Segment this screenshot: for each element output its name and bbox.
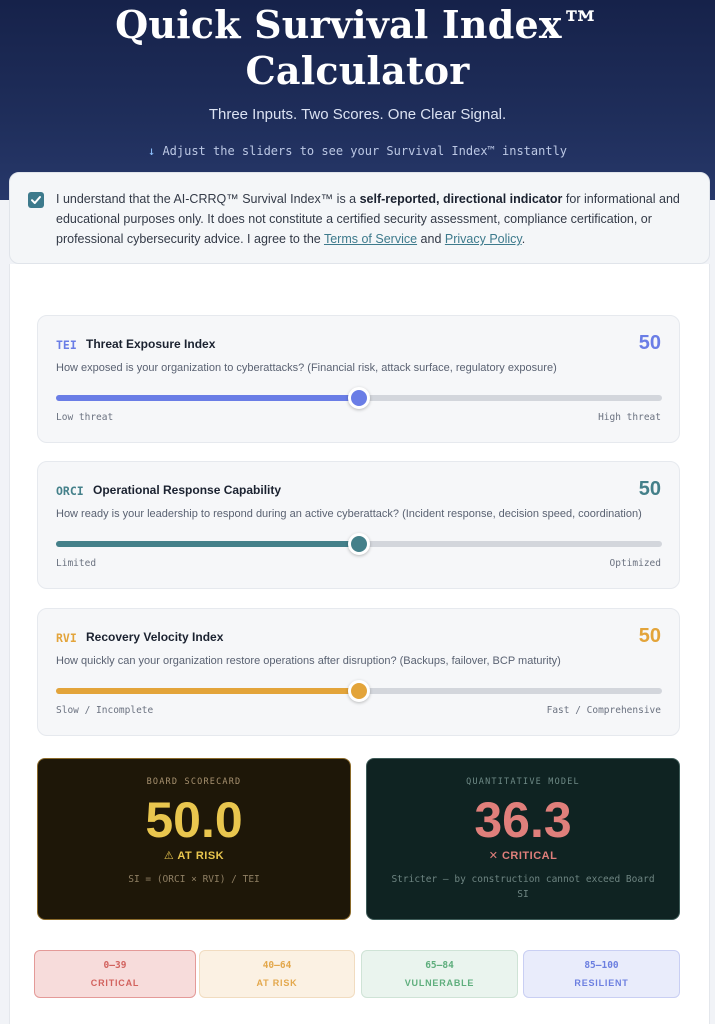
board-status-text: AT RISK [177,850,225,862]
band-name: CRITICAL [90,978,140,988]
disclaimer-bold-text: self-reported, directional indicator [359,192,563,206]
disclaimer-and: and [417,232,445,246]
band-range: 65–84 [425,960,454,971]
disclaimer-end: . [521,232,526,246]
board-formula: SI = (ORCI × RVI) / TEI [128,874,260,885]
rvi-slider-card: RVI Recovery Velocity Index 50 How quick… [37,608,680,736]
rvi-value: 50 [638,625,661,647]
quantitative-model-label: QUANTITATIVE MODEL [466,777,580,787]
page-title-line2: Calculator [245,48,470,93]
disclaimer-text-start: I understand that the AI-CRRQ™ Survival … [56,192,360,206]
rvi-high-label: Fast / Comprehensive [546,705,661,716]
tei-slider-thumb[interactable] [348,387,370,409]
quantitative-model-card: QUANTITATIVE MODEL 36.3 ✕ CRITICAL Stric… [366,758,680,920]
band-name: RESILIENT [574,978,629,988]
disclaimer-box: I understand that the AI-CRRQ™ Survival … [9,172,710,264]
privacy-policy-link[interactable]: Privacy Policy [445,232,522,246]
orci-title: Operational Response Capability [93,483,282,497]
page-title-line1: Quick Survival Index™ [115,2,600,47]
band-vulnerable: 65–84 VULNERABLE [361,950,518,998]
tei-value: 50 [638,332,661,354]
rvi-slider-fill [56,688,359,694]
band-resilient: 85–100 RESILIENT [523,950,680,998]
rvi-slider-track[interactable] [56,680,662,702]
rvi-title: Recovery Velocity Index [86,630,224,644]
board-scorecard-label: BOARD SCORECARD [146,777,242,787]
rvi-abbreviation: RVI [56,631,77,645]
tei-slider-card: TEI Threat Exposure Index 50 How exposed… [37,315,680,443]
orci-high-label: Optimized [609,558,661,569]
slider-hint-text: Adjust the sliders to see your Survival … [162,144,568,158]
tei-abbreviation: TEI [56,338,77,352]
orci-abbreviation: ORCI [56,484,84,498]
terms-of-service-link[interactable]: Terms of Service [324,232,417,246]
quantitative-status-text: CRITICAL [501,850,558,862]
band-range: 85–100 [584,960,619,971]
band-range: 0–39 [103,960,127,971]
board-score-value: 50.0 [145,792,243,848]
hero-header: Quick Survival Index™ Calculator Three I… [0,0,715,200]
orci-slider-fill [56,541,359,547]
rvi-description: How quickly can your organization restor… [56,655,561,667]
orci-slider-card: ORCI Operational Response Capability 50 … [37,461,680,589]
rvi-low-label: Slow / Incomplete [56,705,154,716]
orci-slider-track[interactable] [56,533,662,555]
orci-slider-thumb[interactable] [348,533,370,555]
orci-low-label: Limited [56,558,97,569]
quantitative-score-status: ✕ CRITICAL [367,849,679,862]
tei-slider-fill [56,395,359,401]
tei-low-label: Low threat [56,412,114,423]
warning-icon: ⚠ [163,850,175,862]
quantitative-score-value: 36.3 [474,792,572,848]
tei-title: Threat Exposure Index [86,337,216,351]
page-title: Quick Survival Index™ Calculator [0,0,715,94]
down-arrow-icon: ↓ [147,144,156,158]
board-score-status: ⚠ AT RISK [38,849,350,862]
tei-slider-track[interactable] [56,387,662,409]
quantitative-note: Stricter — by construction cannot exceed… [391,874,655,900]
orci-value: 50 [638,478,661,500]
band-name: VULNERABLE [404,978,475,988]
slider-hint: ↓ Adjust the sliders to see your Surviva… [0,144,715,158]
close-icon: ✕ [488,850,499,862]
checkmark-icon [31,196,41,204]
board-scorecard: BOARD SCORECARD 50.0 ⚠ AT RISK SI = (ORC… [37,758,351,920]
tagline: Three Inputs. Two Scores. One Clear Sign… [208,106,507,123]
band-at-risk: 40–64 AT RISK [199,950,355,998]
disclaimer-checkbox[interactable] [28,192,44,208]
orci-description: How ready is your leadership to respond … [56,508,642,520]
band-range: 40–64 [262,960,292,971]
tei-high-label: High threat [598,412,661,423]
band-name: AT RISK [256,978,298,988]
tei-description: How exposed is your organization to cybe… [56,362,557,374]
band-critical: 0–39 CRITICAL [34,950,196,998]
rvi-slider-thumb[interactable] [348,680,370,702]
